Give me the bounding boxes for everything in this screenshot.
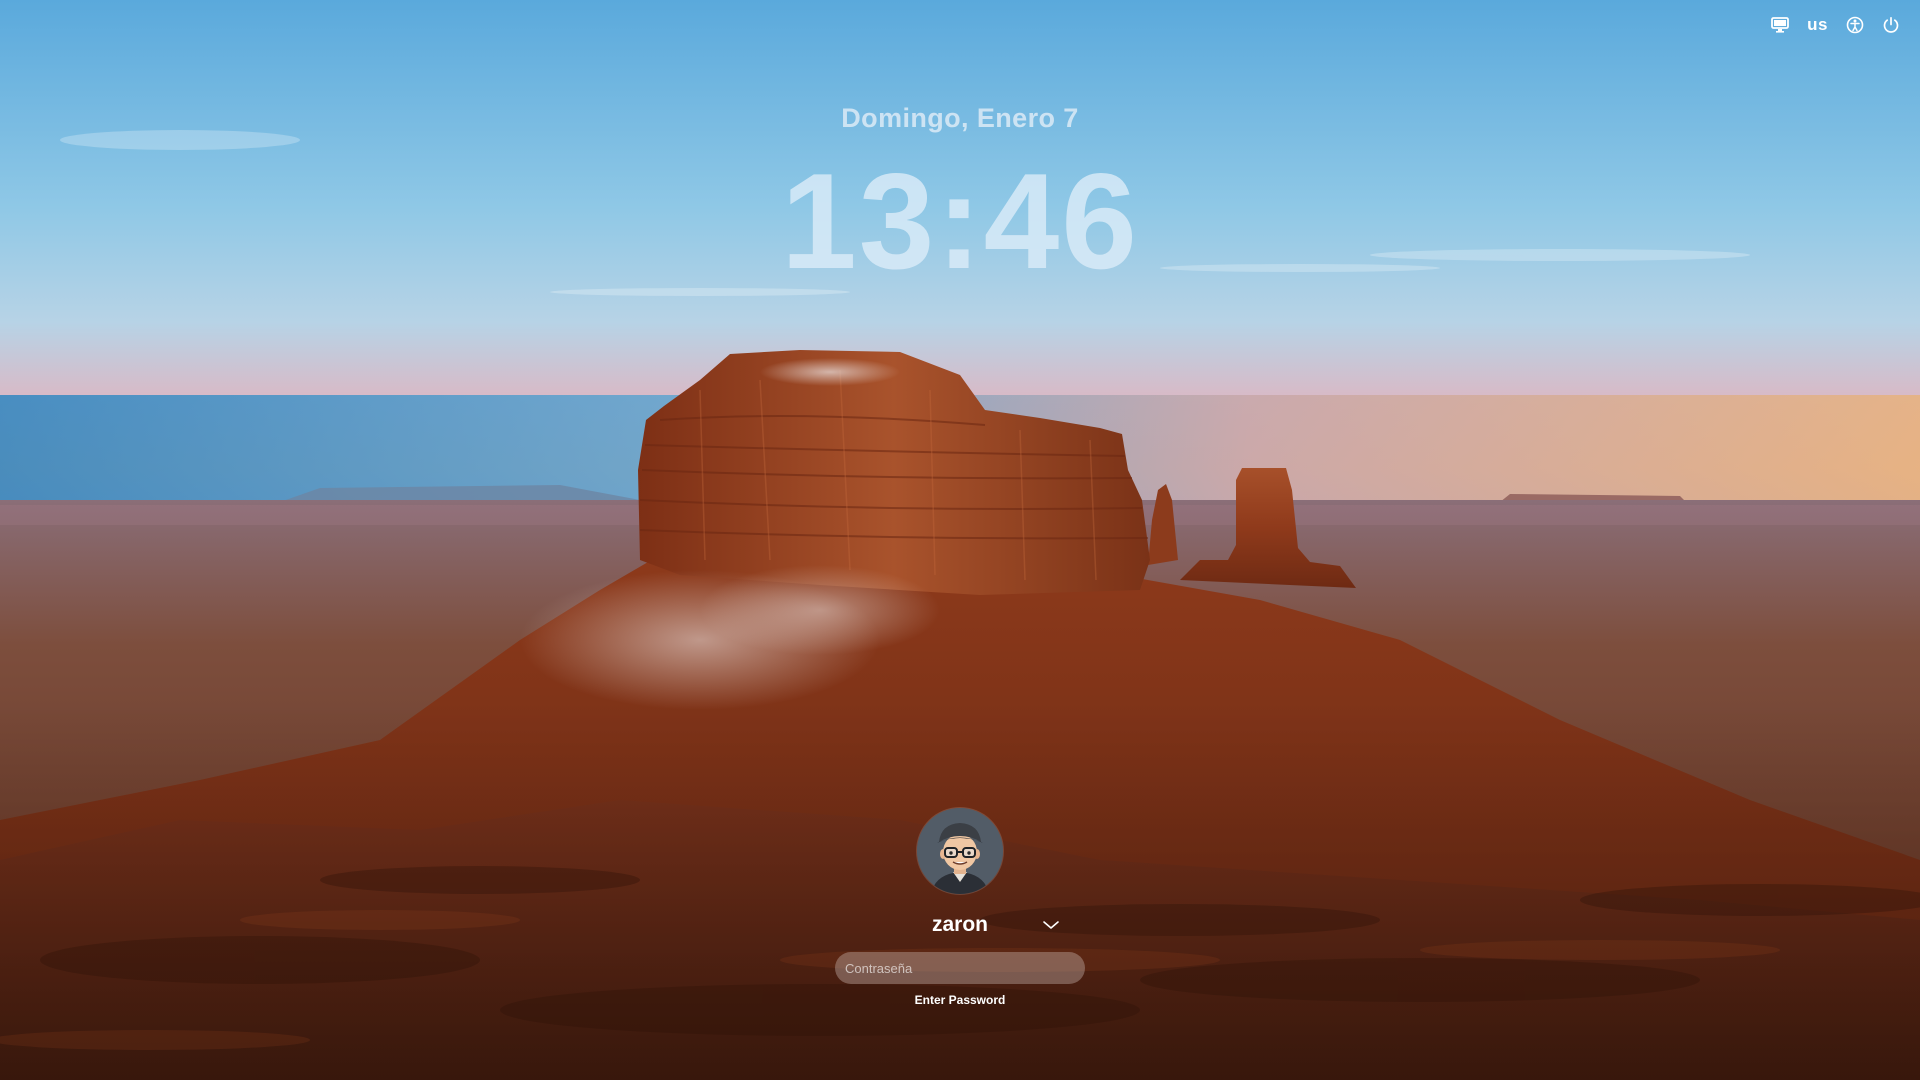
- status-bar: us: [1771, 12, 1900, 38]
- monitor-icon[interactable]: [1771, 12, 1790, 38]
- memoji-avatar-icon: [917, 808, 1003, 894]
- keyboard-layout-label: us: [1807, 15, 1828, 34]
- lock-screen-clock: 13:46: [781, 145, 1139, 297]
- lock-screen: us Domingo, Enero 7 13:46 zaron Enter Pa…: [0, 0, 1920, 1080]
- power-icon[interactable]: [1882, 12, 1900, 38]
- username-row: zaron: [0, 910, 1920, 940]
- username-label: zaron: [931, 913, 988, 936]
- lock-screen-date: Domingo, Enero 7: [841, 103, 1079, 133]
- password-hint: Enter Password: [914, 993, 1006, 1007]
- login-panel: zaron Enter Password: [0, 808, 1920, 1008]
- user-avatar[interactable]: [917, 808, 1003, 894]
- accessibility-icon[interactable]: [1846, 12, 1864, 38]
- keyboard-layout-menu[interactable]: us: [1807, 12, 1828, 38]
- password-input[interactable]: [835, 952, 1085, 984]
- chevron-down-icon[interactable]: [1040, 915, 1062, 935]
